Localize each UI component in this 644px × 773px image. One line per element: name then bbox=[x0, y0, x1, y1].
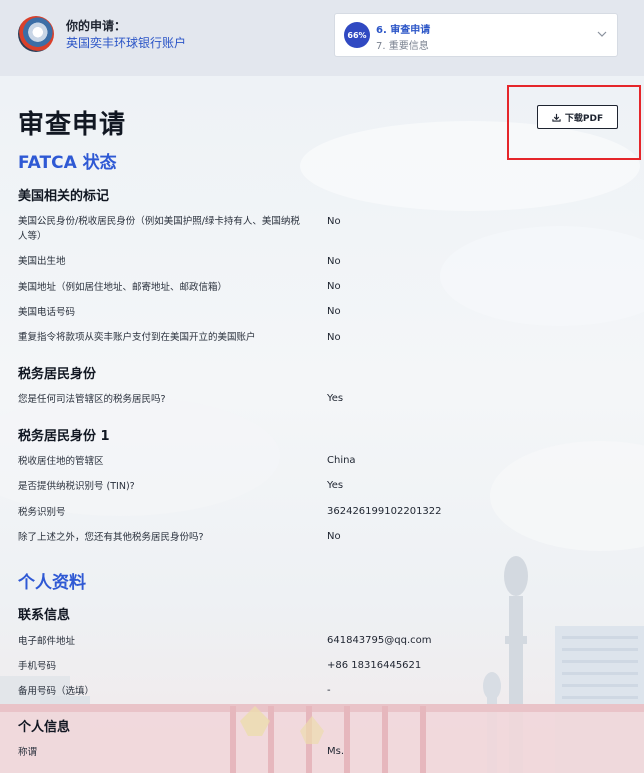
us-citizenship-value: No bbox=[327, 216, 341, 227]
us-indicators-title: 美国相关的标记 bbox=[18, 189, 110, 204]
alternate-number-label: 备用号码（选填） bbox=[18, 686, 95, 697]
page-title: 审查申请 bbox=[18, 110, 127, 140]
us-phone-label: 美国电话号码 bbox=[18, 307, 76, 318]
chevron-down-icon[interactable] bbox=[597, 29, 607, 39]
us-birthplace-value: No bbox=[327, 256, 341, 267]
email-value: 641843795@qq.com bbox=[327, 635, 432, 646]
tin-provided-label: 是否提供纳税识别号 (TIN)? bbox=[18, 481, 135, 492]
contact-info-title: 联系信息 bbox=[18, 608, 71, 623]
us-citizenship-label: 美国公民身份/税收居民身份（例如美国护照/绿卡持有人、美国纳税人等） bbox=[18, 216, 300, 242]
tin-value: 362426199102201322 bbox=[327, 506, 442, 517]
tax-resident-question-label: 您是任何司法管辖区的税务居民吗? bbox=[18, 394, 166, 405]
tax-jurisdiction-value: China bbox=[327, 455, 356, 466]
tin-provided-value: Yes bbox=[327, 480, 344, 491]
review-content: 审查申请 下载PDF FATCA 状态 美国相关的标记 美国公民身份/税收居民身… bbox=[0, 76, 644, 773]
application-label: 你的申请： bbox=[66, 19, 127, 33]
standing-instruction-label: 重复指令将款项从奕丰账户支付到在美国开立的美国账户 bbox=[18, 332, 256, 343]
personal-info-title: 个人信息 bbox=[18, 720, 71, 735]
app-header: 你的申请： 英国奕丰环球银行账户 66% 6. 审查申请 7. 重要信息 bbox=[0, 0, 644, 76]
progress-indicator: 66% bbox=[344, 22, 370, 48]
tax-resident-question-value: Yes bbox=[327, 393, 344, 404]
tin-label: 税务识别号 bbox=[18, 507, 66, 518]
application-name[interactable]: 英国奕丰环球银行账户 bbox=[66, 34, 186, 51]
tax-residency-1-title: 税务居民身份 1 bbox=[18, 429, 110, 444]
fatca-section-title: FATCA 状态 bbox=[18, 153, 117, 173]
salutation-value: Ms. bbox=[327, 746, 345, 757]
alternate-number-value: - bbox=[327, 685, 331, 696]
other-tax-residency-value: No bbox=[327, 531, 341, 542]
application-avatar bbox=[18, 16, 54, 52]
us-address-value: No bbox=[327, 281, 341, 292]
current-step-label: 6. 审查申请 bbox=[376, 25, 431, 36]
us-address-label: 美国地址（例如居住地址、邮寄地址、邮政信箱） bbox=[18, 282, 228, 293]
download-pdf-label: 下载PDF bbox=[564, 113, 604, 124]
mobile-value: +86 18316445621 bbox=[327, 660, 422, 671]
download-icon bbox=[552, 113, 561, 122]
us-birthplace-label: 美国出生地 bbox=[18, 256, 66, 267]
tax-residency-title: 税务居民身份 bbox=[18, 367, 97, 382]
us-phone-value: No bbox=[327, 306, 341, 317]
tax-jurisdiction-label: 税收居住地的管辖区 bbox=[18, 456, 104, 467]
mobile-label: 手机号码 bbox=[18, 661, 57, 672]
standing-instruction-value: No bbox=[327, 332, 341, 343]
progress-dropdown[interactable]: 66% 6. 审查申请 7. 重要信息 bbox=[334, 13, 618, 57]
personal-section-title: 个人资料 bbox=[18, 573, 86, 593]
next-step-label: 7. 重要信息 bbox=[376, 41, 429, 52]
other-tax-residency-label: 除了上述之外，您还有其他税务居民身份吗? bbox=[18, 532, 204, 543]
salutation-label: 称谓 bbox=[18, 747, 38, 758]
download-pdf-button[interactable]: 下载PDF bbox=[537, 105, 618, 129]
email-label: 电子邮件地址 bbox=[18, 636, 76, 647]
